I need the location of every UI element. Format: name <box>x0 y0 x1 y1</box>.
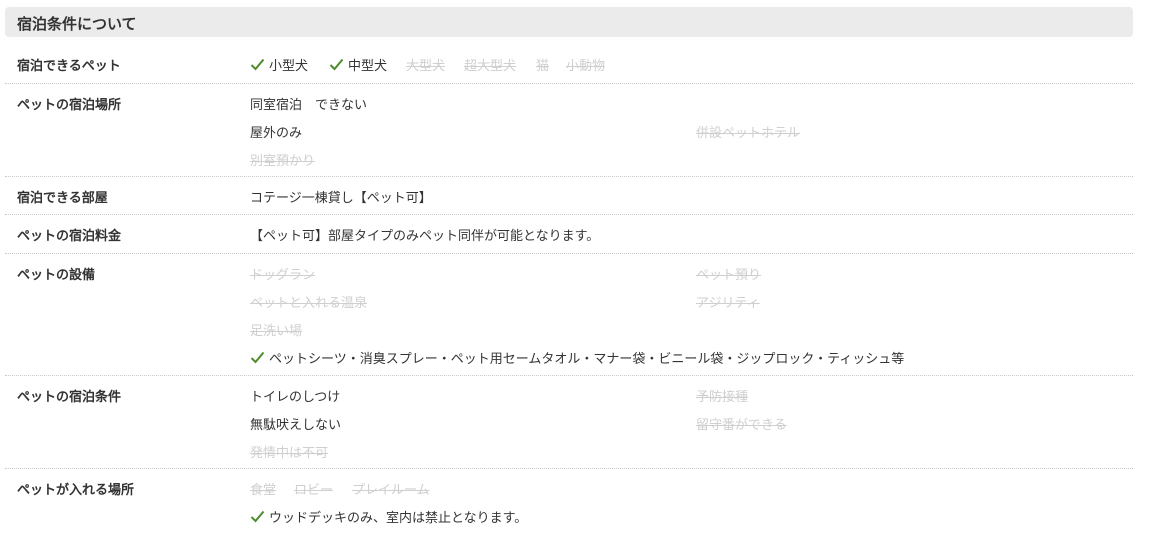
checkmark-icon <box>250 351 265 364</box>
facility-item: ペットと入れる温泉 <box>250 296 368 311</box>
row-stay-conditions: ペットの宿泊条件 トイレのしつけ 予防接種 無駄吠えしない 留守番ができる 発情… <box>5 376 1133 469</box>
row-label: ペットの宿泊料金 <box>17 229 122 244</box>
facility-item: ドッグラン <box>250 268 316 283</box>
area-item-playroom: プレイルーム <box>352 483 430 498</box>
facility-item: 足洗い場 <box>250 324 303 339</box>
stay-location-item: 屋外のみ <box>250 126 303 141</box>
row-facilities: ペットの設備 ドッグラン ペット預り ペットと入れる温泉 アジリティ 足洗い場 … <box>5 254 1133 376</box>
section-header: 宿泊条件について <box>5 7 1133 37</box>
area-item-dining: 食堂 <box>250 483 277 498</box>
section-title: 宿泊条件について <box>17 15 137 33</box>
pet-type-large-dog: 大型犬 <box>406 59 446 74</box>
area-item-wood-deck: ウッドデッキのみ、室内は禁止となります。 <box>250 507 527 526</box>
pet-type-cat: 猫 <box>536 59 550 74</box>
row-rooms: 宿泊できる部屋 コテージ一棟貸し【ペット可】 <box>5 177 1133 215</box>
row-label: ペットが入れる場所 <box>17 483 135 498</box>
pet-type-medium-dog: 中型犬 <box>329 55 387 74</box>
pet-type-small-animal: 小動物 <box>566 59 606 74</box>
checkmark-icon <box>250 58 265 71</box>
condition-item: 無駄吠えしない <box>250 418 342 433</box>
room-item: コテージ一棟貸し【ペット可】 <box>250 191 432 206</box>
row-stay-location: ペットの宿泊場所 同室宿泊 できない 屋外のみ 併設ペットホテル 別室預かり <box>5 84 1133 177</box>
row-label: ペットの宿泊場所 <box>17 98 122 113</box>
stay-location-item: 同室宿泊 できない <box>250 98 368 113</box>
stay-location-item: 別室預かり <box>250 154 316 169</box>
condition-item: 予防接種 <box>696 390 749 405</box>
row-pet-fee: ペットの宿泊料金 【ペット可】部屋タイプのみペット同伴が可能となります。 <box>5 215 1133 254</box>
pet-fee-item: 【ペット可】部屋タイプのみペット同伴が可能となります。 <box>250 229 600 244</box>
area-item-lobby: ロビー <box>294 483 334 498</box>
facility-item-amenities: ペットシーツ・消臭スプレー・ペット用セームタオル・マナー袋・ビニール袋・ジップロ… <box>250 348 904 367</box>
checkmark-icon <box>250 510 265 523</box>
checkmark-icon <box>329 58 344 71</box>
row-label: ペットの宿泊条件 <box>17 390 122 405</box>
row-label: 宿泊できる部屋 <box>17 191 108 206</box>
condition-item: 発情中は不可 <box>250 446 329 461</box>
stay-location-item: 併設ペットホテル <box>696 126 801 141</box>
facility-item: ペット預り <box>696 268 762 283</box>
row-pet-types: 宿泊できるペット 小型犬 中型犬 大型犬 超大型犬 猫 小動物 <box>5 45 1133 84</box>
row-label: 宿泊できるペット <box>17 59 121 74</box>
row-label: ペットの設備 <box>17 268 96 283</box>
pet-type-small-dog: 小型犬 <box>250 55 308 74</box>
row-pet-allowed-areas: ペットが入れる場所 食堂 ロビー プレイルーム ウッドデッキのみ、室内は禁止とな… <box>5 469 1133 534</box>
pet-type-xlarge-dog: 超大型犬 <box>464 59 517 74</box>
condition-item: トイレのしつけ <box>250 390 341 405</box>
facility-item: アジリティ <box>696 296 760 311</box>
condition-item: 留守番ができる <box>696 418 787 433</box>
